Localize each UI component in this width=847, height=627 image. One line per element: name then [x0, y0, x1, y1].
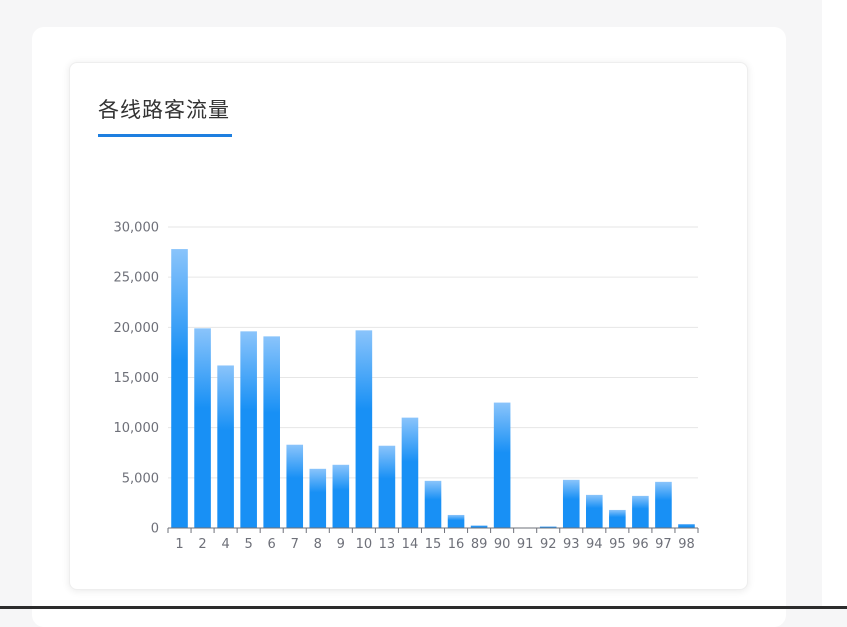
bar-route-8[interactable]: [309, 468, 327, 528]
y-tick-label: 5,000: [122, 471, 159, 486]
y-tick-label: 15,000: [114, 371, 160, 386]
x-tick-label: 1: [175, 537, 183, 552]
bar-route-2[interactable]: [194, 328, 211, 528]
x-tick-label: 90: [494, 537, 511, 552]
y-tick-label: 0: [151, 522, 159, 537]
y-axis-labels: 0 5,000 10,000 15,000 20,000 25,000 30,000: [114, 221, 160, 537]
x-tick-label: 89: [471, 537, 488, 552]
bar-route-1[interactable]: [171, 249, 188, 528]
x-tick-label: 98: [678, 537, 695, 552]
x-tick-label: 4: [221, 537, 229, 552]
x-tick-label: 97: [655, 537, 672, 552]
x-tick-label: 10: [356, 537, 373, 552]
x-tick-label: 15: [425, 537, 442, 552]
bar-route-98[interactable]: [678, 523, 695, 528]
bar-route-96[interactable]: [632, 495, 649, 528]
x-tick-label: 7: [291, 537, 299, 552]
bar-route-13[interactable]: [378, 445, 396, 528]
bar-route-14[interactable]: [401, 417, 419, 528]
x-axis-labels: 1 2 4 5 6 7 8 9 10 13 14 15 16 89 90 91 92 93 94 95 96 97 98: [175, 537, 694, 552]
x-tick-label: 14: [402, 537, 419, 552]
x-tick-label: 94: [586, 537, 603, 552]
x-tick-label: 13: [379, 537, 396, 552]
bar-route-93[interactable]: [562, 479, 580, 528]
bar-route-97[interactable]: [655, 481, 672, 528]
x-tick-label: 95: [609, 537, 626, 552]
bar-route-90[interactable]: [493, 402, 511, 528]
x-tick-label: 16: [448, 537, 465, 552]
y-tick-label: 25,000: [114, 271, 160, 286]
bar-route-6[interactable]: [263, 336, 280, 528]
bar-route-16[interactable]: [447, 514, 465, 528]
bars: [171, 249, 695, 529]
bar-route-95[interactable]: [609, 509, 626, 528]
bar-route-10[interactable]: [355, 330, 373, 528]
bar-route-94[interactable]: [586, 494, 603, 528]
x-tick-label: 6: [268, 537, 276, 552]
x-tick-label: 5: [245, 537, 253, 552]
y-tick-label: 20,000: [114, 321, 160, 336]
x-tick-label: 93: [563, 537, 580, 552]
y-tick-label: 10,000: [114, 421, 160, 436]
bar-route-7[interactable]: [286, 444, 304, 528]
right-edge-panel: [822, 0, 847, 609]
x-axis: [167, 527, 699, 533]
bar-route-4[interactable]: [217, 365, 234, 528]
x-tick-label: 9: [337, 537, 345, 552]
x-tick-label: 96: [632, 537, 649, 552]
x-tick-label: 91: [517, 537, 534, 552]
x-tick-label: 92: [540, 537, 557, 552]
bar-route-15[interactable]: [424, 480, 442, 528]
x-tick-label: 2: [198, 537, 206, 552]
x-tick-label: 8: [314, 537, 322, 552]
bar-chart: 0 5,000 10,000 15,000 20,000 25,000 30,000 124…: [114, 221, 699, 552]
bar-route-9[interactable]: [332, 464, 350, 528]
chart-card: 各线路客流量 0 5,000 10,000 15,000 20,000 25,000 30,…: [69, 62, 748, 590]
bar-route-5[interactable]: [240, 331, 257, 528]
y-tick-label: 30,000: [114, 221, 160, 236]
